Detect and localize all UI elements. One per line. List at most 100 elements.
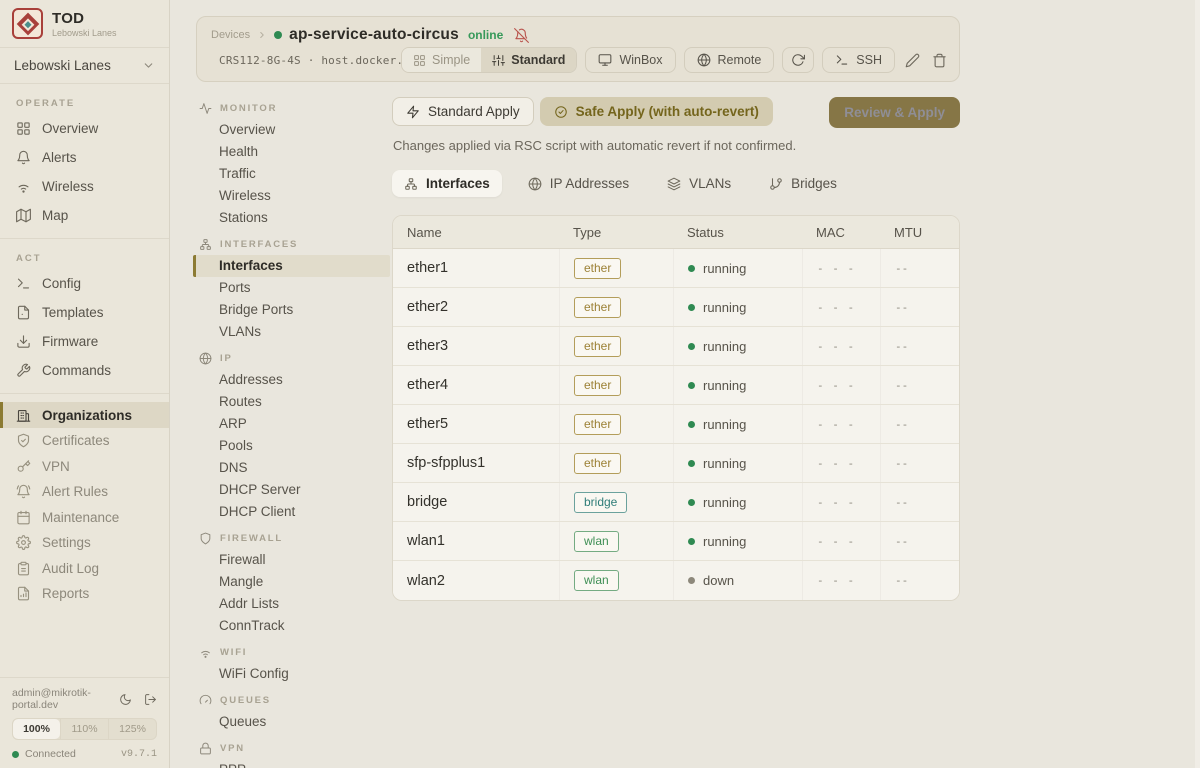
app-title: TOD: [52, 10, 117, 27]
sidebar-item-map[interactable]: Map: [0, 201, 169, 230]
subnav-item-stations[interactable]: Stations: [186, 207, 390, 229]
tab-vlans[interactable]: VLANs: [655, 170, 743, 197]
sidebar-item-firmware[interactable]: Firmware: [0, 327, 169, 356]
status-dot: [688, 577, 695, 584]
tab-ip-addresses[interactable]: IP Addresses: [516, 170, 641, 197]
winbox-button[interactable]: WinBox: [585, 47, 675, 73]
breadcrumb[interactable]: Devices: [211, 29, 250, 41]
calendar-icon: [16, 510, 31, 525]
subnav-item-conntrack[interactable]: ConnTrack: [186, 615, 390, 637]
sidebar-item-alert-rules[interactable]: Alert Rules: [0, 479, 169, 505]
org-selector[interactable]: Lebowski Lanes: [0, 48, 169, 84]
review-apply-button[interactable]: Review & Apply: [829, 97, 960, 128]
grid-icon: [16, 121, 31, 136]
sidebar-item-organizations[interactable]: Organizations: [0, 402, 169, 428]
subnav-item-health[interactable]: Health: [186, 141, 390, 163]
brand-header: TOD Lebowski Lanes: [0, 0, 169, 48]
moon-icon[interactable]: [119, 693, 132, 706]
subnav-item-routes[interactable]: Routes: [186, 391, 390, 413]
subnav-item-traffic[interactable]: Traffic: [186, 163, 390, 185]
sidebar-item-templates[interactable]: Templates: [0, 298, 169, 327]
shield-check-icon: [16, 433, 31, 448]
subnav-item-addresses[interactable]: Addresses: [186, 369, 390, 391]
subnav-item-arp[interactable]: ARP: [186, 413, 390, 435]
subnav-item-dhcp-client[interactable]: DHCP Client: [186, 501, 390, 523]
subnav-item-dns[interactable]: DNS: [186, 457, 390, 479]
view-standard-button[interactable]: Standard: [481, 48, 576, 72]
table-row-ether3[interactable]: ether3 ether running - - - --: [393, 327, 959, 366]
sidebar-item-reports[interactable]: Reports: [0, 581, 169, 607]
mtu-value: --: [880, 405, 959, 443]
globe-icon: [697, 53, 711, 67]
subnav-item-overview[interactable]: Overview: [186, 119, 390, 141]
edit-device-button[interactable]: [903, 51, 922, 70]
user-email: admin@mikrotik-portal.dev: [12, 687, 119, 711]
sidebar-item-certificates[interactable]: Certificates: [0, 428, 169, 454]
scrollbar[interactable]: [1195, 0, 1200, 768]
interface-name: wlan2: [393, 573, 559, 589]
delete-device-button[interactable]: [930, 51, 949, 70]
git-branch-icon: [769, 177, 783, 191]
type-badge: bridge: [574, 492, 627, 513]
sidebar-item-label: Map: [42, 208, 68, 223]
table-row-sfp-sfpplus1[interactable]: sfp-sfpplus1 ether running - - - --: [393, 444, 959, 483]
subnav-item-interfaces[interactable]: Interfaces: [193, 255, 390, 277]
connection-status: Connected: [25, 748, 76, 760]
col-type: Type: [559, 225, 673, 240]
subnav-item-pools[interactable]: Pools: [186, 435, 390, 457]
building-icon: [16, 408, 31, 423]
subnav-item-bridge-ports[interactable]: Bridge Ports: [186, 299, 390, 321]
sidebar-item-config[interactable]: Config: [0, 269, 169, 298]
device-status-dot: [274, 31, 282, 39]
type-badge: ether: [574, 297, 621, 318]
view-standard-label: Standard: [511, 53, 565, 67]
bell-off-icon[interactable]: [514, 28, 529, 43]
remote-button[interactable]: Remote: [684, 47, 775, 73]
subnav-item-ports[interactable]: Ports: [186, 277, 390, 299]
zoom-100-button[interactable]: 100%: [13, 719, 60, 739]
subnav-item-addr-lists[interactable]: Addr Lists: [186, 593, 390, 615]
sidebar-item-alerts[interactable]: Alerts: [0, 143, 169, 172]
logout-icon[interactable]: [144, 693, 157, 706]
table-row-wlan2[interactable]: wlan2 wlan down - - - --: [393, 561, 959, 600]
subnav-item-ppp[interactable]: PPP: [186, 759, 390, 768]
sidebar-item-settings[interactable]: Settings: [0, 530, 169, 556]
table-row-ether4[interactable]: ether4 ether running - - - --: [393, 366, 959, 405]
hierarchy-icon: [404, 177, 418, 191]
type-badge: ether: [574, 414, 621, 435]
standard-apply-button[interactable]: Standard Apply: [392, 97, 534, 126]
subnav-item-mangle[interactable]: Mangle: [186, 571, 390, 593]
status-text: running: [703, 417, 746, 432]
safe-apply-button[interactable]: Safe Apply (with auto-revert): [540, 97, 773, 126]
ssh-label: SSH: [856, 53, 882, 67]
sidebar-item-overview[interactable]: Overview: [0, 114, 169, 143]
subnav-item-dhcp-server[interactable]: DHCP Server: [186, 479, 390, 501]
view-simple-button[interactable]: Simple: [402, 48, 481, 72]
refresh-button[interactable]: [782, 47, 814, 73]
table-row-ether2[interactable]: ether2 ether running - - - --: [393, 288, 959, 327]
subnav-item-vlans[interactable]: VLANs: [186, 321, 390, 343]
sidebar-item-wireless[interactable]: Wireless: [0, 172, 169, 201]
tab-interfaces[interactable]: Interfaces: [392, 170, 502, 197]
subnav-item-firewall[interactable]: Firewall: [186, 549, 390, 571]
subnav-item-wireless[interactable]: Wireless: [186, 185, 390, 207]
zoom-110-button[interactable]: 110%: [60, 719, 108, 739]
sidebar-item-label: Reports: [42, 586, 89, 601]
subnav-item-wifi-config[interactable]: WiFi Config: [186, 663, 390, 685]
table-row-ether5[interactable]: ether5 ether running - - - --: [393, 405, 959, 444]
zoom-125-button[interactable]: 125%: [108, 719, 156, 739]
ssh-button[interactable]: SSH: [822, 47, 895, 73]
status-dot: [688, 304, 695, 311]
table-row-ether1[interactable]: ether1 ether running - - - --: [393, 249, 959, 288]
sidebar-item-audit-log[interactable]: Audit Log: [0, 556, 169, 582]
sidebar-item-commands[interactable]: Commands: [0, 356, 169, 385]
status-dot: [688, 343, 695, 350]
primary-sidebar: TOD Lebowski Lanes Lebowski Lanes OPERAT…: [0, 0, 170, 768]
device-header-card: Devices ap-service-auto-circus online CR…: [196, 16, 960, 82]
tab-bridges[interactable]: Bridges: [757, 170, 849, 197]
sidebar-item-vpn[interactable]: VPN: [0, 454, 169, 480]
sidebar-item-maintenance[interactable]: Maintenance: [0, 505, 169, 531]
table-row-wlan1[interactable]: wlan1 wlan running - - - --: [393, 522, 959, 561]
table-row-bridge[interactable]: bridge bridge running - - - --: [393, 483, 959, 522]
subnav-item-queues[interactable]: Queues: [186, 711, 390, 733]
